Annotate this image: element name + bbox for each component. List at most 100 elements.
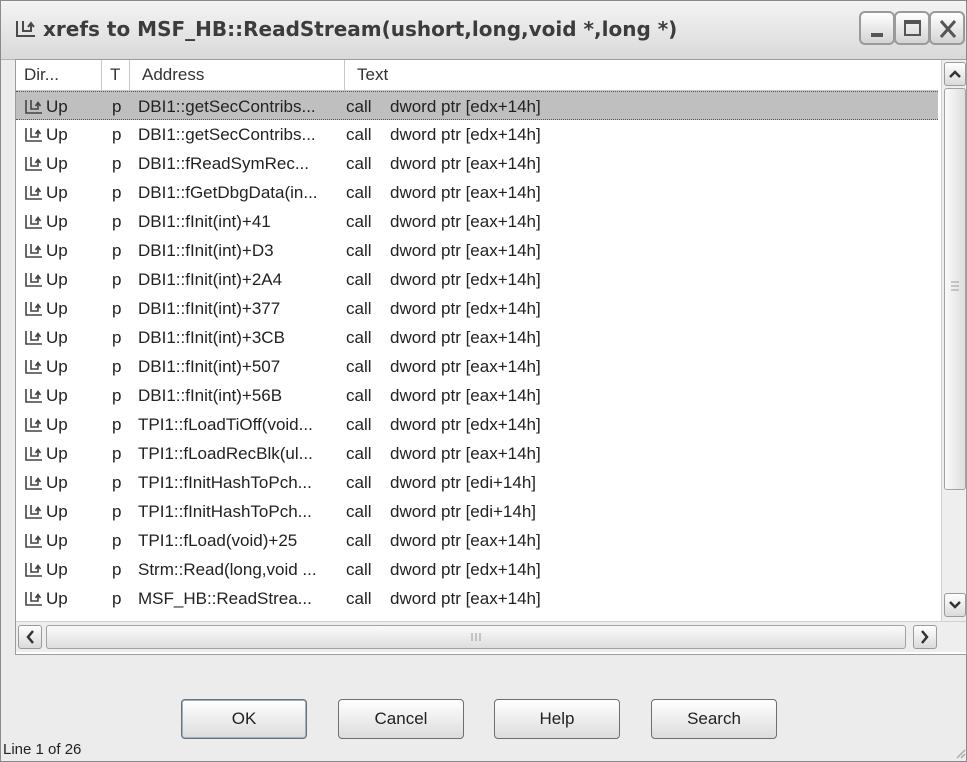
xref-type-icon [24,439,46,468]
xref-address: DBI1::fInit(int)+41 [138,212,271,231]
help-button[interactable]: Help [494,699,620,739]
search-button[interactable]: Search [651,699,777,739]
xref-operand: dword ptr [eax+14h] [390,357,541,376]
xref-direction: Up [46,415,68,434]
xref-address: TPI1::fLoadTiOff(void... [138,415,313,434]
xref-instruction: call [346,97,372,116]
xref-operand: dword ptr [eax+14h] [390,444,541,463]
horizontal-scroll-thumb[interactable] [46,625,906,649]
xref-address: Strm::Read(long,void ... [138,560,317,579]
xref-row[interactable]: Up p TPI1::fLoad(void)+25 call dword ptr [ea… [16,526,938,555]
minimize-icon [871,33,883,37]
xref-address: DBI1::fGetDbgData(in... [138,183,318,202]
xref-row[interactable]: Up p Strm::Read(long,void ... call dword ptr… [16,555,938,584]
xref-type: p [112,154,122,173]
column-header-direction[interactable]: Dir... [16,60,102,90]
xref-direction: Up [46,241,68,260]
resize-grip-icon[interactable] [954,747,966,759]
xrefs-dialog: xrefs to MSF_HB::ReadStream(ushort,long,… [0,0,967,762]
xref-type: p [112,125,122,144]
xref-instruction: call [346,328,372,347]
xref-row[interactable]: Up p DBI1::fInit(int)+377 call dword ptr [ed… [16,294,938,323]
xref-type-icon [24,207,46,236]
xref-row[interactable]: Up p DBI1::getSecContribs... call dword ptr … [16,91,938,120]
xref-instruction: call [346,212,372,231]
scroll-up-button[interactable] [944,62,966,86]
xref-operand: dword ptr [eax+14h] [390,386,541,405]
xref-row[interactable]: Up p TPI1::fLoadRecBlk(ul... call dword ptr … [16,439,938,468]
xref-type-icon [24,497,46,526]
xref-direction: Up [46,154,68,173]
xref-direction: Up [46,97,68,116]
horizontal-scrollbar[interactable] [16,621,966,652]
xref-direction: Up [46,386,68,405]
xref-instruction: call [346,560,372,579]
xref-direction: Up [46,299,68,318]
xref-direction: Up [46,502,68,521]
xref-operand: dword ptr [edi+14h] [390,502,537,521]
xref-row[interactable]: Up p DBI1::fInit(int)+2A4 call dword ptr [ed… [16,265,938,294]
xref-type: p [112,560,122,579]
xref-direction: Up [46,560,68,579]
xref-operand: dword ptr [eax+14h] [390,531,541,550]
xref-direction: Up [46,212,68,231]
window-title: xrefs to MSF_HB::ReadStream(ushort,long,… [43,17,678,41]
scroll-down-button[interactable] [944,593,966,617]
xref-type-icon [24,555,46,584]
xref-type-icon [24,410,46,439]
chevron-right-icon [921,630,929,644]
xref-operand: dword ptr [eax+14h] [390,183,541,202]
xref-address: TPI1::fInitHashToPch... [138,473,312,492]
vertical-scroll-thumb[interactable] [944,88,966,490]
xref-address: TPI1::fLoadRecBlk(ul... [138,444,313,463]
xref-operand: dword ptr [edx+14h] [390,415,541,434]
column-header-text[interactable]: Text [345,60,938,90]
xref-row[interactable]: Up p TPI1::fLoadTiOff(void... call dword ptr… [16,410,938,439]
column-header-address[interactable]: Address [130,60,345,90]
xref-instruction: call [346,415,372,434]
xref-row[interactable]: Up p TPI1::fInitHashToPch... call dword ptr … [16,468,938,497]
column-header-type[interactable]: T [102,60,130,90]
xref-type-icon [24,526,46,555]
xref-operand: dword ptr [edx+14h] [390,560,541,579]
xref-row[interactable]: Up p DBI1::fReadSymRec... call dword ptr [ea… [16,149,938,178]
minimize-button[interactable] [859,11,895,45]
xref-instruction: call [346,270,372,289]
xref-operand: dword ptr [eax+14h] [390,328,541,347]
xref-operand: dword ptr [edi+14h] [390,473,537,492]
ok-button[interactable]: OK [181,699,307,739]
title-bar[interactable]: xrefs to MSF_HB::ReadStream(ushort,long,… [1,1,966,60]
xrefs-list[interactable]: Dir... T Address Text Up p DBI1::getSecCon… [15,59,967,655]
cancel-button[interactable]: Cancel [338,699,464,739]
xref-row[interactable]: Up p DBI1::fInit(int)+41 call dword ptr [eax… [16,207,938,236]
vertical-scrollbar[interactable] [941,60,966,621]
line-counter: Line 1 of 26 [3,741,82,758]
grip-icon [471,633,481,641]
xref-type-icon [24,294,46,323]
xref-row[interactable]: Up p DBI1::fGetDbgData(in... call dword ptr … [16,178,938,207]
chevron-left-icon [26,630,34,644]
xref-address: DBI1::fInit(int)+2A4 [138,270,283,289]
xref-address: TPI1::fLoad(void)+25 [138,531,298,550]
close-button[interactable] [929,11,965,45]
xref-row[interactable]: Up p MSF_HB::ReadStrea... call dword ptr [ea… [16,584,938,613]
xref-row[interactable]: Up p DBI1::getSecContribs... call dword ptr … [16,120,938,149]
xref-type-icon [24,323,46,352]
xref-instruction: call [346,241,372,260]
xref-address: DBI1::fInit(int)+507 [138,357,281,376]
xref-row[interactable]: Up p TPI1::fInitHashToPch... call dword ptr … [16,497,938,526]
maximize-button[interactable] [894,11,930,45]
scroll-right-button[interactable] [913,625,937,649]
scroll-left-button[interactable] [18,625,42,649]
xref-row[interactable]: Up p DBI1::fInit(int)+3CB call dword ptr [ea… [16,323,938,352]
xref-type-icon [24,120,46,149]
xref-row[interactable]: Up p DBI1::fInit(int)+D3 call dword ptr [eax… [16,236,938,265]
maximize-icon [904,20,921,36]
xref-icon [16,21,35,37]
xref-type: p [112,473,122,492]
xref-row[interactable]: Up p DBI1::fInit(int)+56B call dword ptr [ea… [16,381,938,410]
xref-direction: Up [46,125,68,144]
xref-address: TPI1::fInitHashToPch... [138,502,312,521]
xref-instruction: call [346,444,372,463]
xref-row[interactable]: Up p DBI1::fInit(int)+507 call dword ptr [ea… [16,352,938,381]
